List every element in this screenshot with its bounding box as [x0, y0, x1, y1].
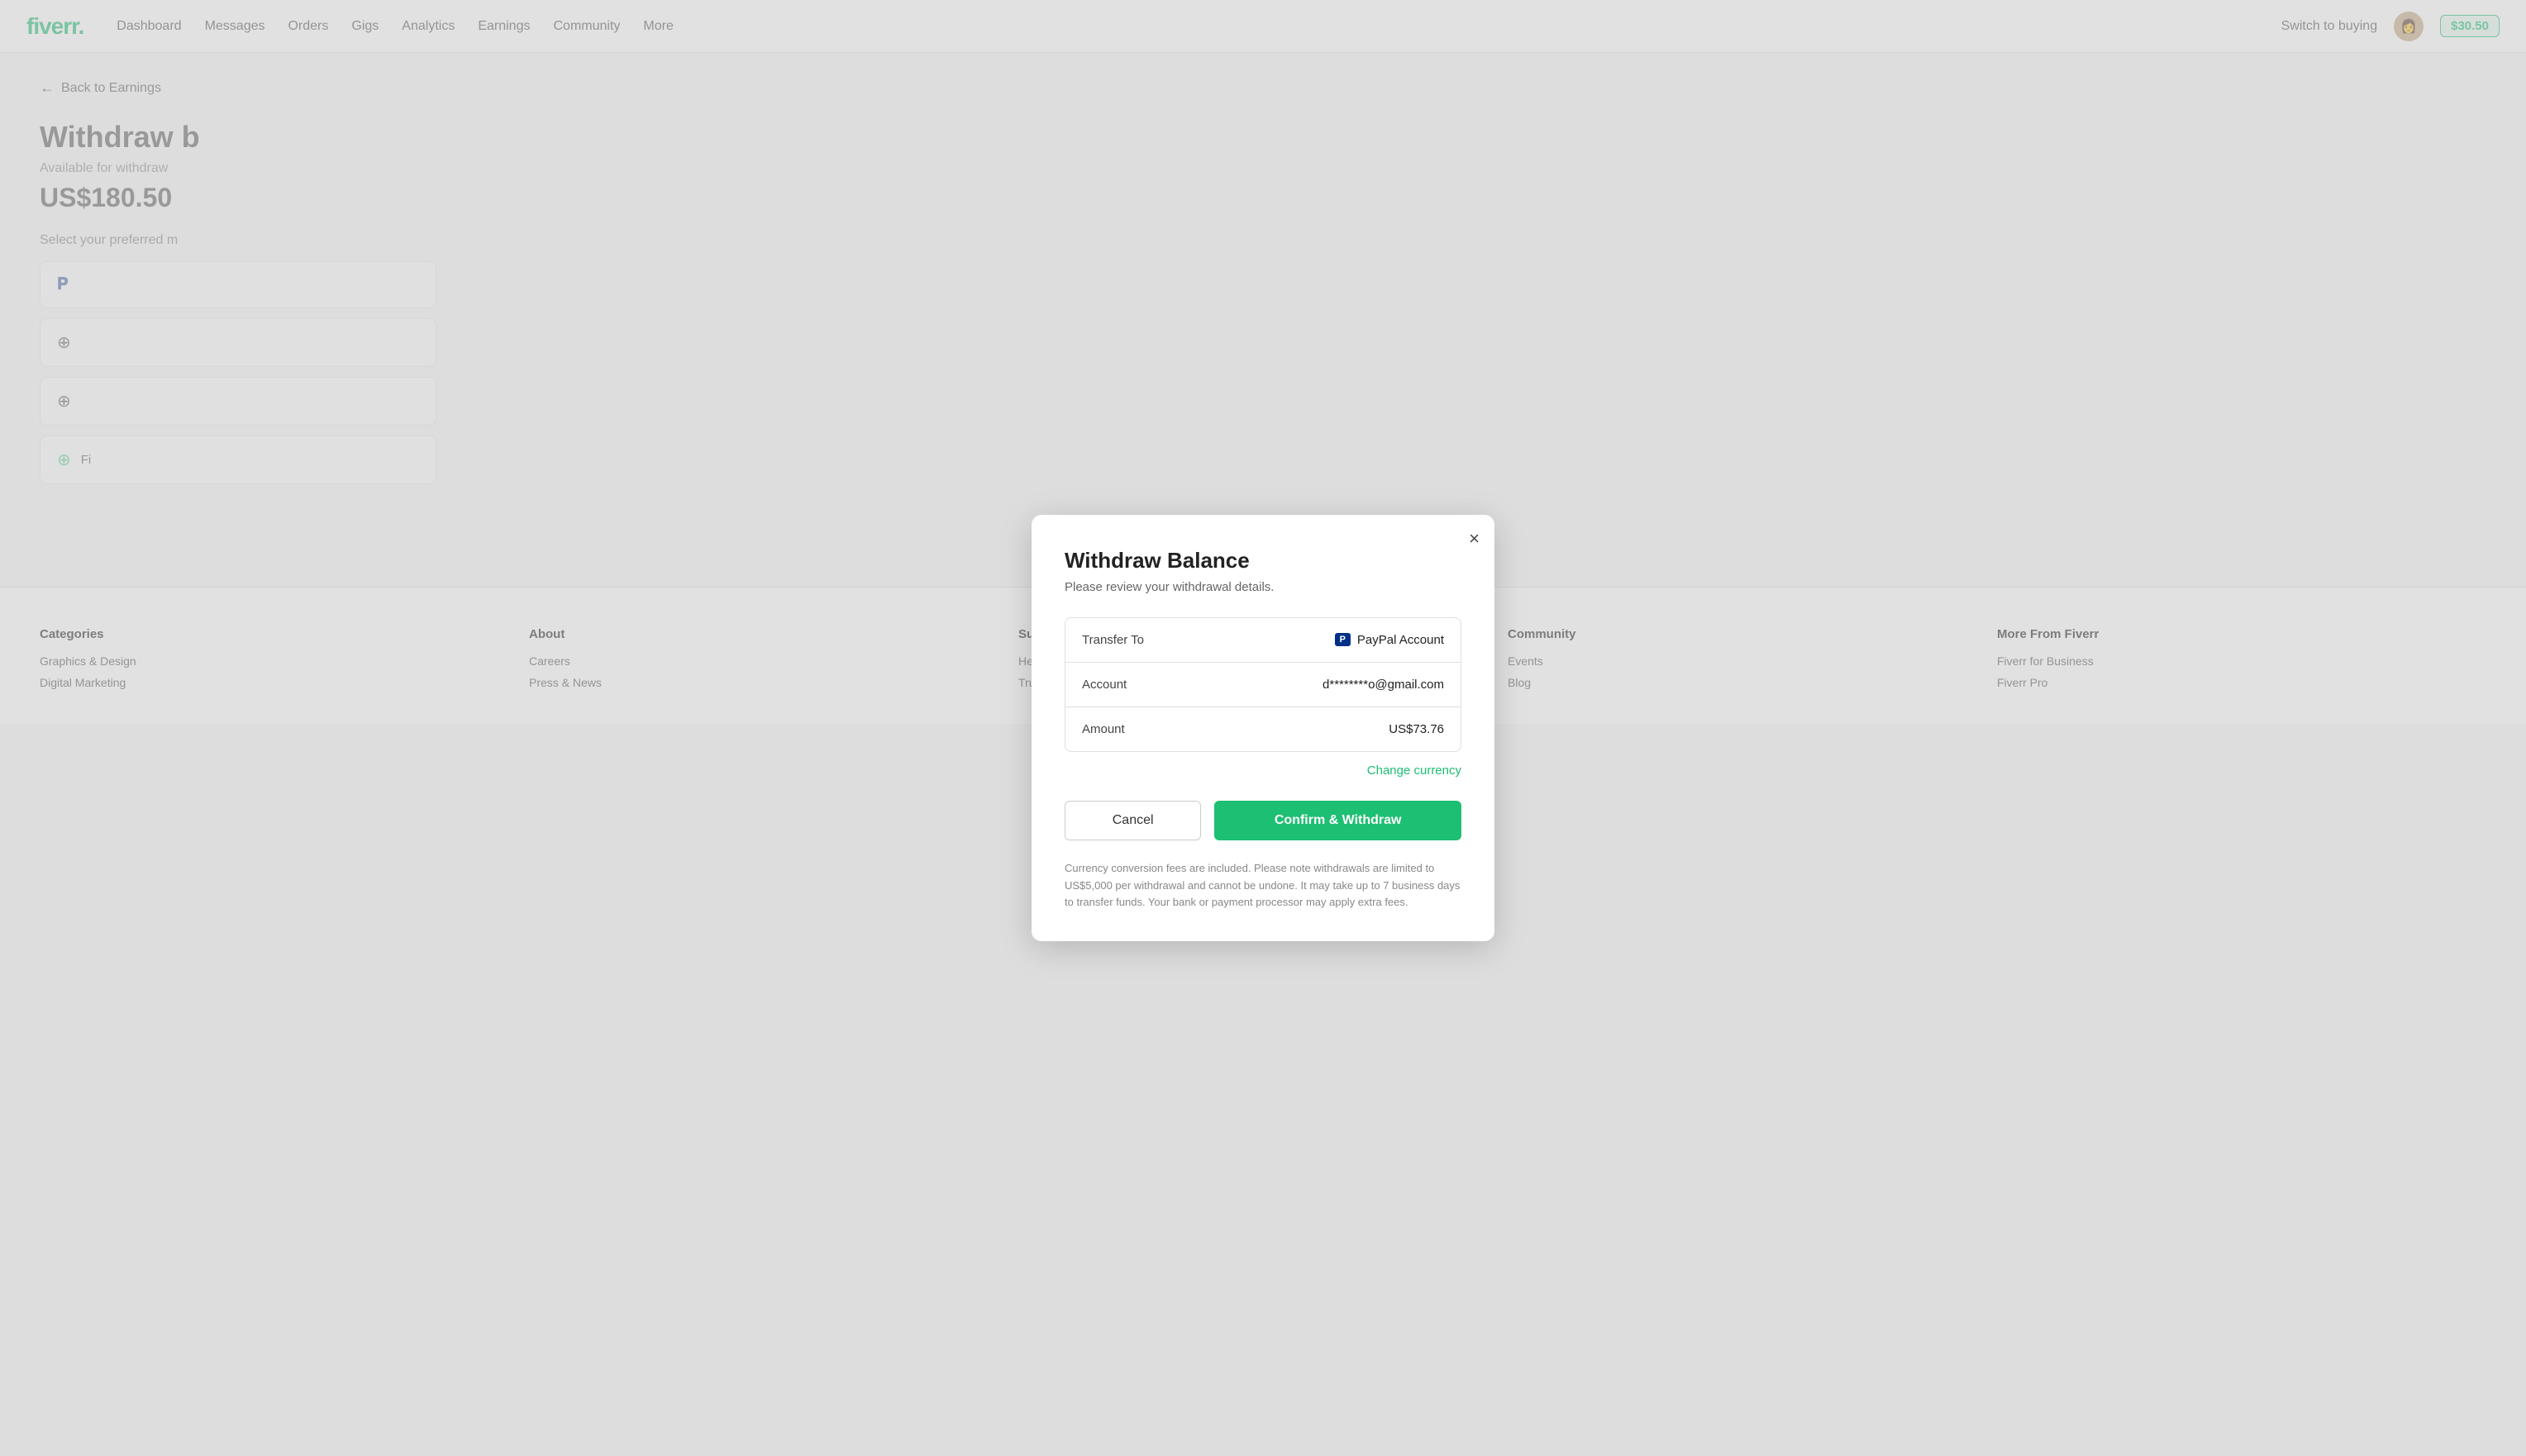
paypal-logo-icon: P	[1335, 633, 1351, 646]
transfer-to-label: Transfer To	[1082, 633, 1144, 647]
modal-subtitle: Please review your withdrawal details.	[1065, 580, 1461, 594]
account-label: Account	[1082, 678, 1127, 692]
account-row: Account d********o@gmail.com	[1065, 663, 1461, 707]
account-value: d********o@gmail.com	[1323, 678, 1444, 692]
confirm-withdraw-button[interactable]: Confirm & Withdraw	[1214, 801, 1461, 840]
modal-overlay: × Withdraw Balance Please review your wi…	[0, 0, 2526, 1456]
transfer-to-row: Transfer To P PayPal Account	[1065, 618, 1461, 663]
modal-title: Withdraw Balance	[1065, 548, 1461, 573]
withdrawal-details-table: Transfer To P PayPal Account Account d**…	[1065, 617, 1461, 752]
amount-label: Amount	[1082, 722, 1125, 736]
modal-actions: Cancel Confirm & Withdraw	[1065, 801, 1461, 840]
withdraw-modal: × Withdraw Balance Please review your wi…	[1032, 515, 1494, 941]
transfer-to-value: P PayPal Account	[1335, 633, 1444, 647]
amount-value: US$73.76	[1389, 722, 1444, 736]
change-currency-link[interactable]: Change currency	[1065, 764, 1461, 778]
amount-row: Amount US$73.76	[1065, 707, 1461, 751]
cancel-button[interactable]: Cancel	[1065, 801, 1201, 840]
disclaimer-text: Currency conversion fees are included. P…	[1065, 860, 1461, 911]
modal-close-button[interactable]: ×	[1469, 530, 1480, 548]
